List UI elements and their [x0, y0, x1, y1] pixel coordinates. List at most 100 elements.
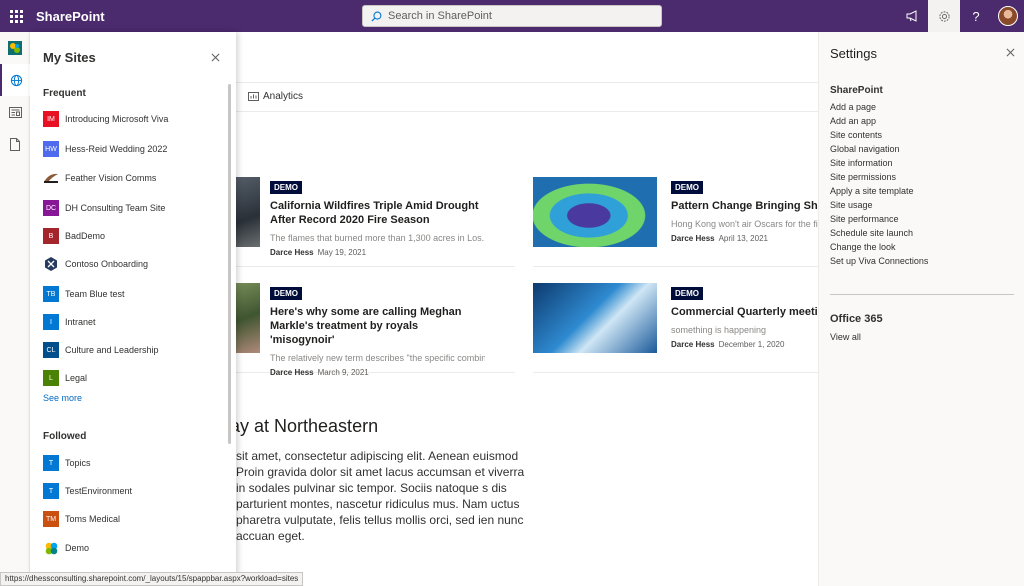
rail-item-news[interactable] [0, 96, 30, 128]
site-item[interactable]: HW Hess-Reid Wedding 2022 [43, 139, 223, 159]
news-thumbnail [533, 283, 657, 353]
news-date: April 13, 2021 [718, 234, 768, 243]
site-label: Hess-Reid Wedding 2022 [65, 144, 168, 154]
office-365-heading: Office 365 [830, 313, 883, 325]
settings-button[interactable] [928, 0, 960, 32]
account-button[interactable] [992, 0, 1024, 32]
site-label: Toms Medical [65, 514, 121, 524]
site-label: Culture and Leadership [65, 345, 159, 355]
app-name[interactable]: SharePoint [36, 9, 105, 24]
site-item[interactable]: CL Culture and Leadership [43, 340, 223, 360]
site-initials: T [48, 459, 54, 467]
news-author: Darce Hess [671, 340, 715, 349]
globe-icon [10, 74, 22, 86]
news-title[interactable]: Here's why some are calling Meghan Markl… [270, 305, 485, 347]
news-badge: DEMO [270, 287, 302, 300]
site-item[interactable]: B BadDemo [43, 226, 223, 246]
site-label: Demo [65, 543, 90, 553]
site-item[interactable]: T TestEnvironment [43, 481, 223, 501]
news-date: May 19, 2021 [317, 248, 367, 257]
site-initials: HW [45, 145, 57, 153]
news-card[interactable]: DEMO Commercial Quarterly meeting c some… [533, 283, 840, 373]
site-label: BadDemo [65, 231, 106, 241]
site-item[interactable]: Contoso Onboarding [43, 254, 223, 274]
news-title[interactable]: California Wildfires Triple Amid Drought… [270, 199, 485, 227]
site-label: Feather Vision Comms [65, 173, 157, 183]
site-initials: L [49, 374, 53, 382]
suite-bar: SharePoint ? [0, 0, 1024, 32]
setting-link-add-app[interactable]: Add an app [830, 116, 876, 126]
site-item[interactable]: T Topics [43, 453, 223, 473]
site-item[interactable]: L Legal [43, 368, 223, 388]
app-bar [0, 32, 30, 586]
site-item[interactable]: DC DH Consulting Team Site [43, 198, 223, 218]
rail-item-files[interactable] [0, 128, 30, 160]
setting-link-change-look[interactable]: Change the look [830, 242, 896, 252]
close-button[interactable] [208, 50, 222, 64]
setting-link-site-permissions[interactable]: Site permissions [830, 172, 896, 182]
site-icon: HW [43, 141, 59, 157]
site-initials: I [50, 318, 52, 326]
setting-link-schedule-launch[interactable]: Schedule site launch [830, 228, 913, 238]
rail-item-home[interactable] [0, 32, 30, 64]
site-label: Topics [65, 458, 91, 468]
site-icon: B [43, 228, 59, 244]
see-more-link[interactable]: See more [43, 393, 82, 403]
site-icon: CL [43, 342, 59, 358]
site-initials: CL [46, 346, 56, 354]
divider [830, 294, 1014, 295]
site-icon: TM [43, 511, 59, 527]
announcements-button[interactable] [896, 0, 928, 32]
contoso-logo-icon [43, 256, 59, 272]
site-label: Team Blue test [65, 289, 125, 299]
news-icon [8, 106, 22, 118]
news-card[interactable]: DEMO Pattern Change Bringing Shot o Hong… [533, 177, 838, 267]
setting-link-site-usage[interactable]: Site usage [830, 200, 873, 210]
site-item[interactable]: TB Team Blue test [43, 284, 223, 304]
news-thumbnail [533, 177, 657, 247]
news-card[interactable]: DEMO California Wildfires Triple Amid Dr… [230, 177, 515, 267]
setting-link-site-information[interactable]: Site information [830, 158, 893, 168]
nav-item-analytics[interactable]: Analytics [248, 91, 303, 102]
setting-link-global-navigation[interactable]: Global navigation [830, 144, 900, 154]
app-launcher-button[interactable] [0, 0, 32, 32]
news-badge: DEMO [270, 181, 302, 194]
setting-link-site-performance[interactable]: Site performance [830, 214, 899, 224]
search-box[interactable] [362, 5, 662, 27]
news-date: March 9, 2021 [317, 368, 369, 377]
setting-link-site-contents[interactable]: Site contents [830, 130, 882, 140]
site-icon: IM [43, 111, 59, 127]
site-item[interactable]: I Intranet [43, 312, 223, 332]
panel-title: Settings [830, 46, 877, 61]
section-paragraph: sit amet, consectetur adipiscing elit. A… [236, 449, 525, 543]
section-heading: ay at Northeastern [230, 416, 379, 436]
site-initials: IM [47, 115, 55, 123]
view-all-link[interactable]: View all [830, 332, 861, 342]
site-item[interactable]: TM Toms Medical [43, 509, 223, 529]
site-label: Introducing Microsoft Viva [65, 114, 169, 124]
status-url: https://dhessconsulting.sharepoint.com/_… [0, 572, 304, 586]
site-icon: TB [43, 286, 59, 302]
setting-link-viva-connections[interactable]: Set up Viva Connections [830, 256, 928, 266]
suite-bar-actions: ? [896, 0, 1024, 32]
site-item[interactable]: IM Introducing Microsoft Viva [43, 109, 223, 129]
help-icon: ? [972, 8, 980, 24]
close-icon [1006, 48, 1014, 56]
news-description: The flames that burned more than 1,300 a… [270, 233, 485, 243]
search-input[interactable] [388, 10, 648, 22]
setting-link-add-page[interactable]: Add a page [830, 102, 876, 112]
news-card[interactable]: DEMO Here's why some are calling Meghan … [230, 283, 515, 377]
scrollbar[interactable] [228, 84, 231, 444]
news-description: The relatively new term describes "the s… [270, 353, 485, 363]
sharepoint-heading: SharePoint [830, 85, 883, 96]
analytics-icon [248, 92, 259, 101]
site-icon: I [43, 314, 59, 330]
close-button[interactable] [1003, 45, 1017, 59]
rail-item-my-sites[interactable] [0, 64, 30, 96]
setting-link-apply-template[interactable]: Apply a site template [830, 186, 914, 196]
site-item[interactable]: Feather Vision Comms [43, 168, 223, 188]
help-button[interactable]: ? [960, 0, 992, 32]
site-item[interactable]: Demo [43, 538, 223, 558]
search-icon [371, 11, 382, 22]
site-initials: TM [45, 515, 57, 523]
